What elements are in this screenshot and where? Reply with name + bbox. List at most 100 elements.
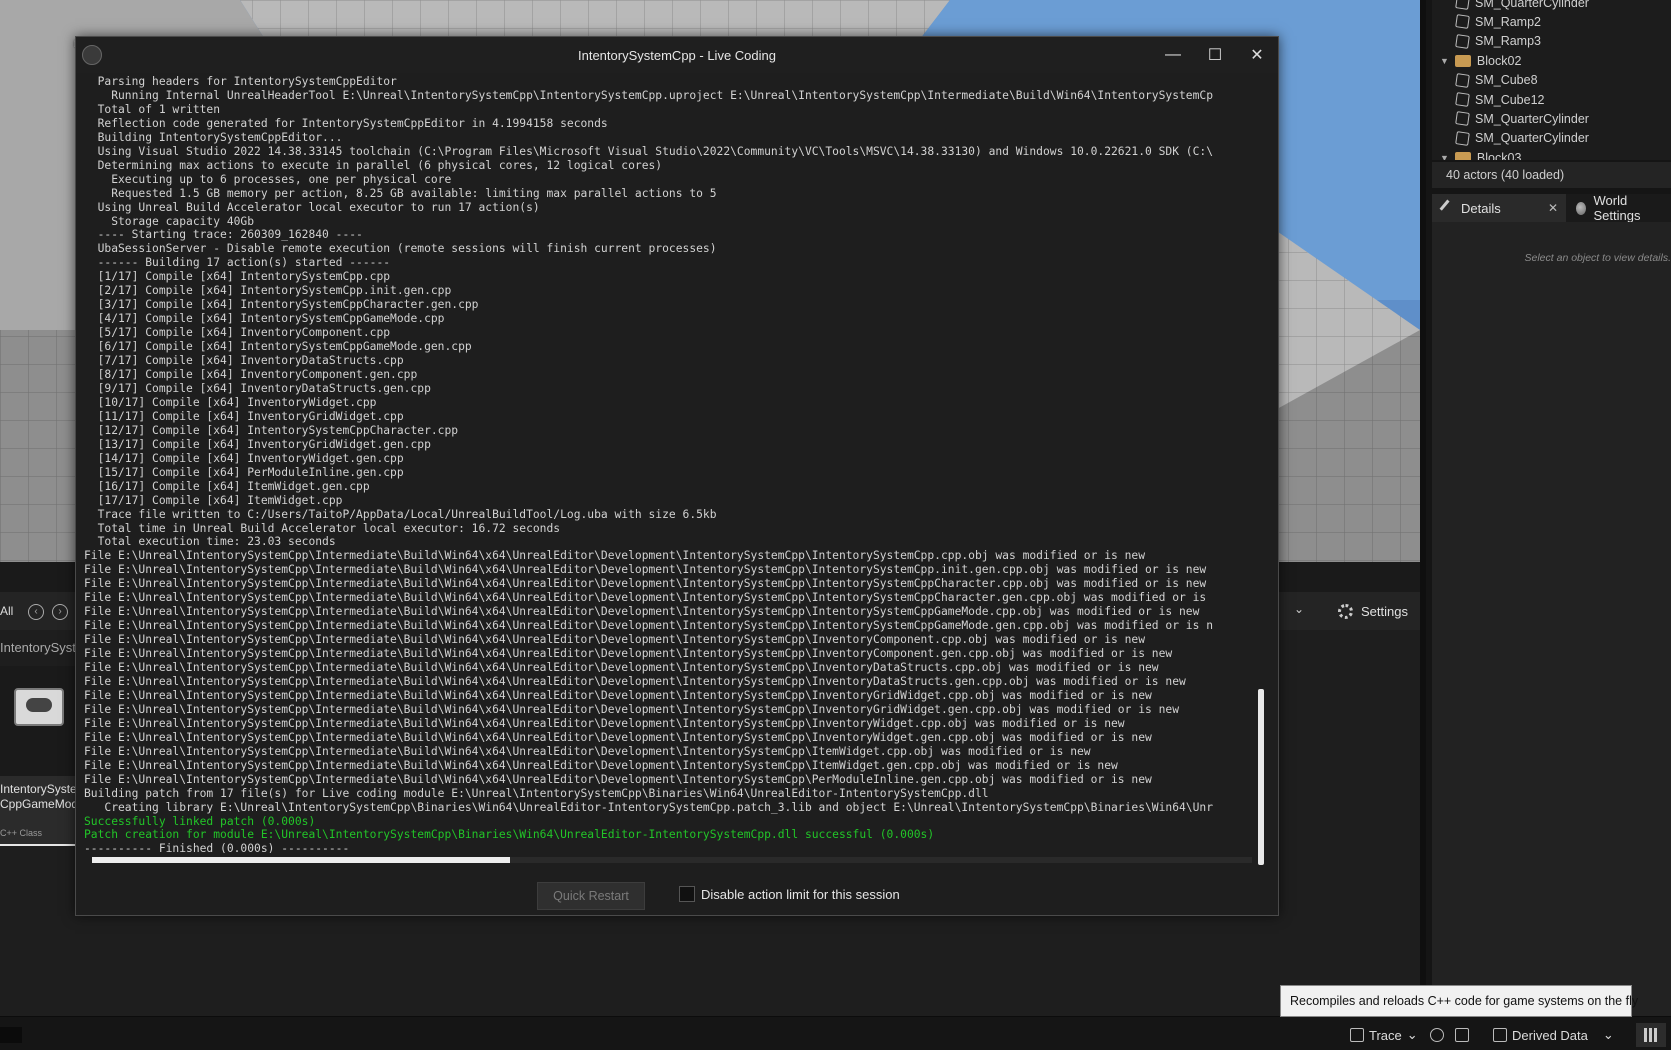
- details-empty-hint: Select an object to view details.: [1524, 252, 1671, 264]
- log-line: [9/17] Compile [x64] InventoryDataStruct…: [84, 381, 431, 395]
- log-line: Requested 1.5 GB memory per action, 8.25…: [84, 186, 717, 200]
- maximize-button[interactable]: ☐: [1194, 37, 1236, 73]
- quick-restart-button[interactable]: Quick Restart: [537, 882, 645, 910]
- outliner-item[interactable]: SM_QuarterCylinder: [1455, 129, 1589, 148]
- log-line: [4/17] Compile [x64] IntentorySystemCppG…: [84, 312, 445, 326]
- log-line: [10/17] Compile [x64] InventoryWidget.cp…: [84, 395, 377, 409]
- settings-button[interactable]: Settings: [1338, 597, 1408, 625]
- log-line: File E:\Unreal\IntentorySystemCpp\Interm…: [84, 716, 1125, 730]
- expand-arrow-icon[interactable]: ▼: [1440, 153, 1449, 160]
- log-line: [3/17] Compile [x64] IntentorySystemCppC…: [84, 298, 479, 312]
- log-line: File E:\Unreal\IntentorySystemCpp\Interm…: [84, 605, 1200, 619]
- folder-icon: [1454, 54, 1471, 67]
- log-line: [8/17] Compile [x64] InventoryComponent.…: [84, 368, 418, 382]
- window-title: IntentorySystemCpp - Live Coding: [578, 48, 776, 63]
- outliner-item[interactable]: SM_QuarterCylinder: [1455, 0, 1589, 12]
- outliner-item-label: SM_QuarterCylinder: [1475, 0, 1589, 10]
- log-line: [16/17] Compile [x64] ItemWidget.gen.cpp: [84, 479, 370, 493]
- tab-details[interactable]: Details ✕: [1432, 194, 1567, 222]
- close-button[interactable]: ✕: [1236, 37, 1278, 73]
- outliner-item[interactable]: SM_Cube8: [1455, 71, 1538, 90]
- filter-all-label[interactable]: All: [0, 604, 13, 618]
- log-line: [11/17] Compile [x64] InventoryGridWidge…: [84, 409, 404, 423]
- window-titlebar[interactable]: IntentorySystemCpp - Live Coding — ☐ ✕: [76, 37, 1278, 73]
- log-line: [15/17] Compile [x64] PerModuleInline.ge…: [84, 465, 404, 479]
- log-line: ---- Starting trace: 260309_162840 ----: [84, 228, 363, 242]
- log-line: Trace file written to C:/Users/TaitoP/Ap…: [84, 507, 717, 521]
- outliner-item[interactable]: SM_Cube12: [1455, 90, 1545, 109]
- minimize-button[interactable]: —: [1152, 37, 1194, 73]
- chevron-down-icon[interactable]: ⌄: [1294, 602, 1304, 616]
- expand-arrow-icon[interactable]: ▼: [1440, 56, 1449, 66]
- log-line: Building patch from 17 file(s) for Live …: [84, 786, 989, 800]
- tab-world-settings[interactable]: World Settings: [1566, 193, 1671, 223]
- log-line: File E:\Unreal\IntentorySystemCpp\Interm…: [84, 619, 1214, 633]
- live-coding-tooltip: Recompiles and reloads C++ code for game…: [1280, 985, 1638, 1017]
- derived-data-button[interactable]: Derived Data ⌄: [1493, 1025, 1614, 1045]
- static-mesh-icon: [1455, 92, 1470, 107]
- trace-button[interactable]: Trace ⌄: [1350, 1025, 1418, 1045]
- outliner-item[interactable]: SM_Ramp2: [1455, 12, 1541, 31]
- log-line: Patch creation for module E:\Unreal\Inte…: [84, 828, 935, 842]
- outliner-item-label: Block03: [1476, 150, 1522, 160]
- disable-action-limit-checkbox[interactable]: [679, 886, 695, 902]
- world-outliner[interactable]: SM_QuarterCylinder SM_Ramp2 SM_Ramp3 ▼ Block…: [1432, 0, 1671, 160]
- log-line: Determining max actions to execute in pa…: [84, 158, 663, 172]
- chevron-down-icon: ⌄: [1406, 1027, 1418, 1042]
- outliner-item[interactable]: SM_QuarterCylinder: [1455, 109, 1589, 128]
- pencil-icon: [1439, 199, 1457, 217]
- asset-tile-gamemode[interactable]: IntentorySystemCpp CppGameMode C++ Class: [0, 666, 76, 846]
- static-mesh-icon: [1455, 14, 1470, 30]
- disable-action-limit-row[interactable]: Disable action limit for this session: [679, 886, 900, 902]
- log-line: [7/17] Compile [x64] InventoryDataStruct…: [84, 354, 404, 368]
- log-line: Using Visual Studio 2022 14.38.33145 too…: [84, 144, 1214, 158]
- outliner-item[interactable]: ▼ Block03: [1440, 148, 1521, 160]
- outliner-item-label: SM_Ramp2: [1475, 14, 1541, 29]
- derived-data-label: Derived Data: [1512, 1027, 1588, 1043]
- globe-icon: [1576, 201, 1587, 215]
- log-line: Running Internal UnrealHeaderTool E:\Unr…: [84, 88, 1214, 102]
- log-line: Creating library E:\Unreal\IntentorySyst…: [84, 800, 1214, 814]
- asset-name: IntentorySystemCpp CppGameMode: [0, 782, 76, 812]
- static-mesh-icon: [1455, 33, 1470, 49]
- database-icon: [1493, 1028, 1507, 1042]
- screenshot-button[interactable]: [1455, 1025, 1469, 1045]
- log-line: File E:\Unreal\IntentorySystemCpp\Interm…: [84, 549, 1146, 563]
- content-drawer-button[interactable]: [0, 1027, 22, 1043]
- outliner-item-label: SM_Cube12: [1475, 92, 1545, 107]
- static-mesh-icon: [1455, 111, 1470, 127]
- live-coding-button[interactable]: [1636, 1023, 1666, 1047]
- log-line: File E:\Unreal\IntentorySystemCpp\Interm…: [84, 647, 1173, 661]
- log-output[interactable]: Parsing headers for IntentorySystemCppEd…: [84, 75, 1258, 853]
- log-line: File E:\Unreal\IntentorySystemCpp\Interm…: [84, 730, 1152, 744]
- log-line: [13/17] Compile [x64] InventoryGridWidge…: [84, 437, 431, 451]
- log-line: Total execution time: 23.03 seconds: [84, 535, 336, 549]
- static-mesh-icon: [1455, 130, 1470, 146]
- log-line: UbaSessionServer - Disable remote execut…: [84, 242, 717, 256]
- outliner-item-label: SM_QuarterCylinder: [1475, 111, 1589, 126]
- log-line: Using Unreal Build Accelerator local exe…: [84, 200, 540, 214]
- live-coding-window[interactable]: IntentorySystemCpp - Live Coding — ☐ ✕ P…: [75, 36, 1279, 916]
- static-mesh-icon: [1455, 72, 1470, 88]
- outliner-item-label: SM_Cube8: [1475, 73, 1538, 88]
- outliner-item[interactable]: SM_Ramp3: [1455, 32, 1541, 51]
- actors-count: 40 actors (40 loaded): [1432, 162, 1671, 188]
- log-line: ------ Building 17 action(s) started ---…: [84, 256, 391, 270]
- trace-label: Trace: [1369, 1027, 1402, 1043]
- close-icon[interactable]: ✕: [1548, 201, 1558, 215]
- log-line: Reflection code generated for IntentoryS…: [84, 116, 608, 130]
- status-bar: Trace ⌄ Derived Data ⌄: [0, 1016, 1671, 1050]
- forward-icon[interactable]: ›: [52, 604, 68, 620]
- static-mesh-icon: [1455, 0, 1470, 10]
- log-line: Successfully linked patch (0.000s): [84, 814, 316, 828]
- outliner-item[interactable]: ▼ Block02: [1440, 51, 1521, 70]
- log-line: [14/17] Compile [x64] InventoryWidget.ge…: [84, 451, 404, 465]
- log-lines: Parsing headers for IntentorySystemCppEd…: [84, 75, 1258, 853]
- log-line: Building IntentorySystemCppEditor...: [84, 130, 343, 144]
- back-icon[interactable]: ‹: [28, 604, 44, 620]
- log-scrollbar[interactable]: [1258, 689, 1264, 865]
- log-line: [2/17] Compile [x64] IntentorySystemCpp.…: [84, 284, 452, 298]
- record-button[interactable]: [1430, 1025, 1444, 1045]
- asset-name-line1: IntentorySystemCpp: [0, 782, 76, 796]
- tab-details-label: Details: [1461, 200, 1501, 216]
